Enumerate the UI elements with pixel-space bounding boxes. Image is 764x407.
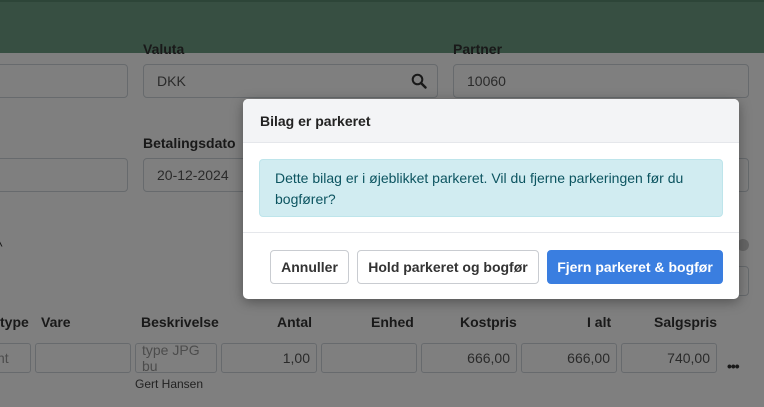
dialog-title: Bilag er parkeret <box>243 99 739 143</box>
info-alert: Dette bilag er i øjeblikket parkeret. Vi… <box>259 159 723 217</box>
cancel-button[interactable]: Annuller <box>270 250 349 284</box>
keep-parked-and-post-button[interactable]: Hold parkeret og bogfør <box>357 250 539 284</box>
dialog-divider <box>243 232 739 233</box>
parked-voucher-dialog: Bilag er parkeret Dette bilag er i øjebl… <box>243 99 739 299</box>
remove-parked-and-post-button[interactable]: Fjern parkeret & bogfør <box>547 250 723 284</box>
